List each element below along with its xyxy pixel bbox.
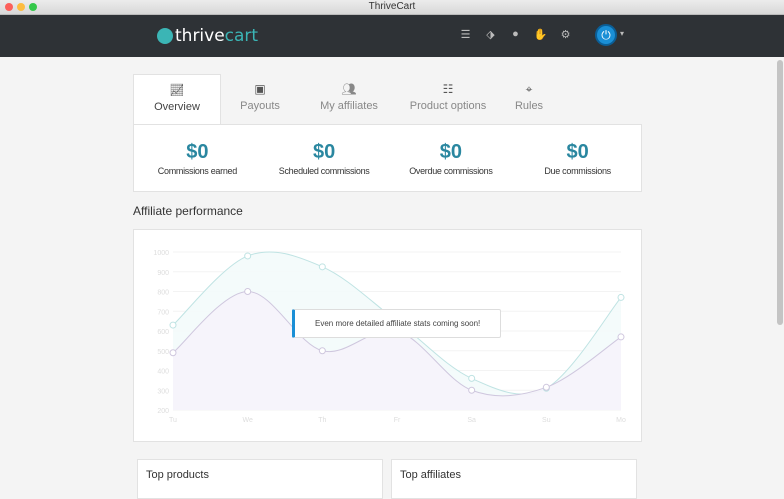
logo[interactable]: thrive cart: [157, 26, 258, 46]
scrollbar[interactable]: [777, 60, 783, 325]
window-titlebar: ThriveCart: [0, 0, 784, 15]
tab-payouts[interactable]: ▣ Payouts: [221, 74, 299, 125]
data-point: [169, 321, 177, 329]
x-tick-label: Su: [542, 417, 551, 424]
x-tick-label: Fr: [394, 417, 401, 424]
sliders-icon: ☷: [442, 82, 454, 96]
x-tick-label: Sa: [467, 417, 476, 424]
tab-product-options[interactable]: ☷ Product options: [399, 74, 497, 125]
coming-soon-notice: Even more detailed affiliate stats comin…: [292, 309, 501, 338]
y-tick-label: 1000: [153, 250, 169, 257]
data-point: [318, 347, 326, 355]
data-point: [244, 252, 252, 260]
y-tick-label: 200: [157, 408, 169, 415]
maximize-button[interactable]: [29, 3, 37, 11]
handshake-icon[interactable]: ✋: [533, 28, 548, 41]
data-point: [617, 293, 625, 301]
y-tick-label: 300: [157, 388, 169, 395]
x-tick-label: Th: [318, 417, 326, 424]
list-icon[interactable]: ☰: [458, 28, 473, 41]
top-products-card: Top products: [137, 459, 383, 499]
data-point: [617, 333, 625, 341]
commission-stats: $0 Commissions earned $0 Scheduled commiss…: [133, 124, 642, 192]
gear-icon[interactable]: ⚙: [558, 28, 573, 41]
chart-line-icon: 📈︎: [169, 83, 185, 97]
data-point: [318, 263, 326, 271]
y-tick-label: 800: [157, 290, 169, 297]
tab-bar: 📈︎ Overview ▣ Payouts 👥︎ My affiliates ☷ Pro…: [133, 74, 561, 125]
money-icon: ▣: [254, 82, 266, 96]
data-point: [542, 383, 550, 391]
crosshair-icon: ⌖: [525, 82, 533, 96]
data-point: [468, 374, 476, 382]
tab-overview[interactable]: 📈︎ Overview: [133, 74, 221, 125]
minimize-button[interactable]: [17, 3, 25, 11]
x-tick-label: Mo: [616, 417, 626, 424]
y-tick-label: 900: [157, 270, 169, 277]
tab-my-affiliates[interactable]: 👥︎ My affiliates: [299, 74, 399, 125]
x-tick-label: We: [242, 417, 252, 424]
y-tick-label: 400: [157, 369, 169, 376]
close-button[interactable]: [5, 3, 13, 11]
x-tick-label: Tu: [169, 417, 177, 424]
user-icon[interactable]: ●: [508, 28, 523, 41]
data-point: [244, 288, 252, 295]
ticket-icon[interactable]: ⬗: [483, 28, 498, 41]
y-tick-label: 500: [157, 349, 169, 356]
logo-icon: [157, 28, 173, 44]
app-header: thrive cart ☰ ⬗ ● ✋ ⚙: [0, 15, 784, 57]
chevron-down-icon[interactable]: ▾: [620, 29, 624, 38]
tab-rules[interactable]: ⌖ Rules: [497, 74, 561, 125]
data-point: [169, 349, 177, 357]
data-point: [468, 386, 476, 394]
stat-due-commissions: $0 Due commissions: [544, 141, 611, 176]
y-tick-label: 700: [157, 309, 169, 316]
account-power-button[interactable]: ⏻: [595, 24, 617, 46]
window-title: ThriveCart: [368, 1, 416, 12]
stat-scheduled-commissions: $0 Scheduled commissions: [278, 141, 370, 176]
top-affiliates-card: Top affiliates: [391, 459, 637, 499]
y-tick-label: 600: [157, 329, 169, 336]
section-title: Affiliate performance: [133, 204, 243, 218]
users-icon: 👥︎: [341, 82, 357, 96]
stat-overdue-commissions: $0 Overdue commissions: [409, 141, 493, 176]
stat-commissions-earned: $0 Commissions earned: [157, 141, 237, 176]
